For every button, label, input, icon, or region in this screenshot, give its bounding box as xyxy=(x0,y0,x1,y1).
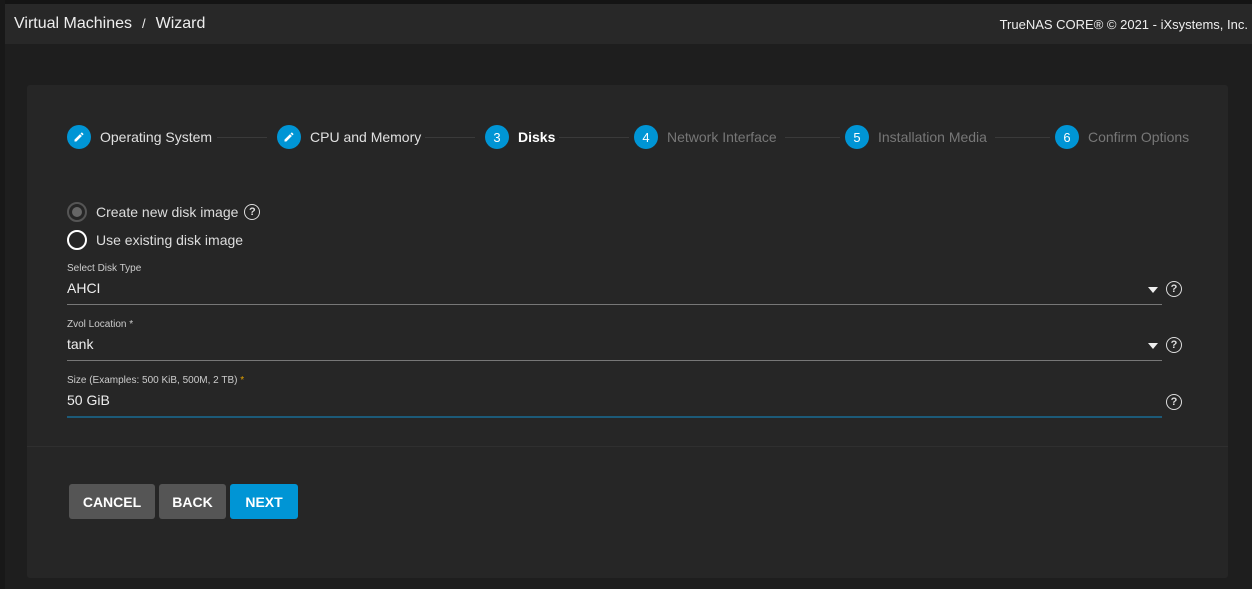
radio-use-existing-disk[interactable]: Use existing disk image xyxy=(67,230,243,250)
step-operating-system[interactable]: Operating System xyxy=(67,125,212,149)
back-button[interactable]: BACK xyxy=(159,484,226,519)
help-icon[interactable]: ? xyxy=(1166,394,1182,410)
step-cpu-memory[interactable]: CPU and Memory xyxy=(277,125,421,149)
field-value: AHCI xyxy=(67,280,101,296)
step-connector xyxy=(785,137,840,138)
help-icon[interactable]: ? xyxy=(244,204,261,220)
step-installation-media[interactable]: 5 Installation Media xyxy=(845,125,987,149)
radio-button[interactable] xyxy=(67,202,87,222)
step-connector xyxy=(559,137,629,138)
radio-button[interactable] xyxy=(67,230,87,250)
step-label: CPU and Memory xyxy=(310,129,422,145)
step-label: Disks xyxy=(518,129,556,145)
cancel-button[interactable]: CANCEL xyxy=(69,484,155,519)
step-number: 6 xyxy=(1055,125,1079,149)
step-label: Installation Media xyxy=(878,129,987,145)
dropdown-arrow-icon[interactable] xyxy=(1148,287,1158,293)
dropdown-arrow-icon[interactable] xyxy=(1148,343,1158,349)
help-icon[interactable]: ? xyxy=(1166,337,1182,353)
zvol-location-select[interactable]: Zvol Location * tank xyxy=(67,319,1162,361)
field-value[interactable]: 50 GiB xyxy=(67,392,1162,412)
step-label: Operating System xyxy=(100,129,213,145)
underline xyxy=(67,416,1162,418)
top-bar: Virtual Machines / Wizard TrueNAS CORE® © … xyxy=(5,4,1252,44)
divider xyxy=(27,446,1228,447)
size-input[interactable]: Size (Examples: 500 KiB, 500M, 2 TB) * 5… xyxy=(67,375,1162,418)
label-text: Size (Examples: 500 KiB, 500M, 2 TB) xyxy=(67,375,238,386)
step-connector xyxy=(425,137,475,138)
left-edge xyxy=(0,0,5,589)
field-label: Size (Examples: 500 KiB, 500M, 2 TB) * xyxy=(67,375,1162,386)
step-connector xyxy=(217,137,267,138)
field-value: tank xyxy=(67,336,94,352)
breadcrumb-virtual-machines[interactable]: Virtual Machines xyxy=(14,15,132,32)
required-marker: * xyxy=(129,319,134,330)
wizard-card: Operating System CPU and Memory 3 Disks … xyxy=(27,85,1228,578)
disk-type-select[interactable]: Select Disk Type AHCI xyxy=(67,263,1162,305)
breadcrumb-separator: / xyxy=(141,16,146,31)
step-connector xyxy=(995,137,1050,138)
underline xyxy=(67,304,1162,305)
breadcrumb: Virtual Machines / Wizard xyxy=(14,15,205,33)
label-text: Zvol Location xyxy=(67,319,127,330)
underline xyxy=(67,360,1162,361)
radio-create-new-disk[interactable]: Create new disk image ? xyxy=(67,202,261,222)
help-icon[interactable]: ? xyxy=(1166,281,1182,297)
radio-label: Create new disk image xyxy=(96,204,239,220)
step-number: 5 xyxy=(845,125,869,149)
field-label: Zvol Location * xyxy=(67,319,1162,330)
pencil-icon xyxy=(67,125,91,149)
step-disks[interactable]: 3 Disks xyxy=(485,125,555,149)
breadcrumb-wizard: Wizard xyxy=(155,15,206,32)
step-network-interface[interactable]: 4 Network Interface xyxy=(634,125,777,149)
step-number: 3 xyxy=(485,125,509,149)
step-confirm-options[interactable]: 6 Confirm Options xyxy=(1055,125,1189,149)
required-marker: * xyxy=(240,375,245,386)
field-label: Select Disk Type xyxy=(67,263,142,274)
radio-label: Use existing disk image xyxy=(96,232,244,248)
step-number: 4 xyxy=(634,125,658,149)
copyright[interactable]: TrueNAS CORE® © 2021 - iXsystems, Inc. xyxy=(1000,17,1248,32)
next-button[interactable]: NEXT xyxy=(230,484,298,519)
step-label: Network Interface xyxy=(667,129,777,145)
pencil-icon xyxy=(277,125,301,149)
step-label: Confirm Options xyxy=(1088,129,1190,145)
